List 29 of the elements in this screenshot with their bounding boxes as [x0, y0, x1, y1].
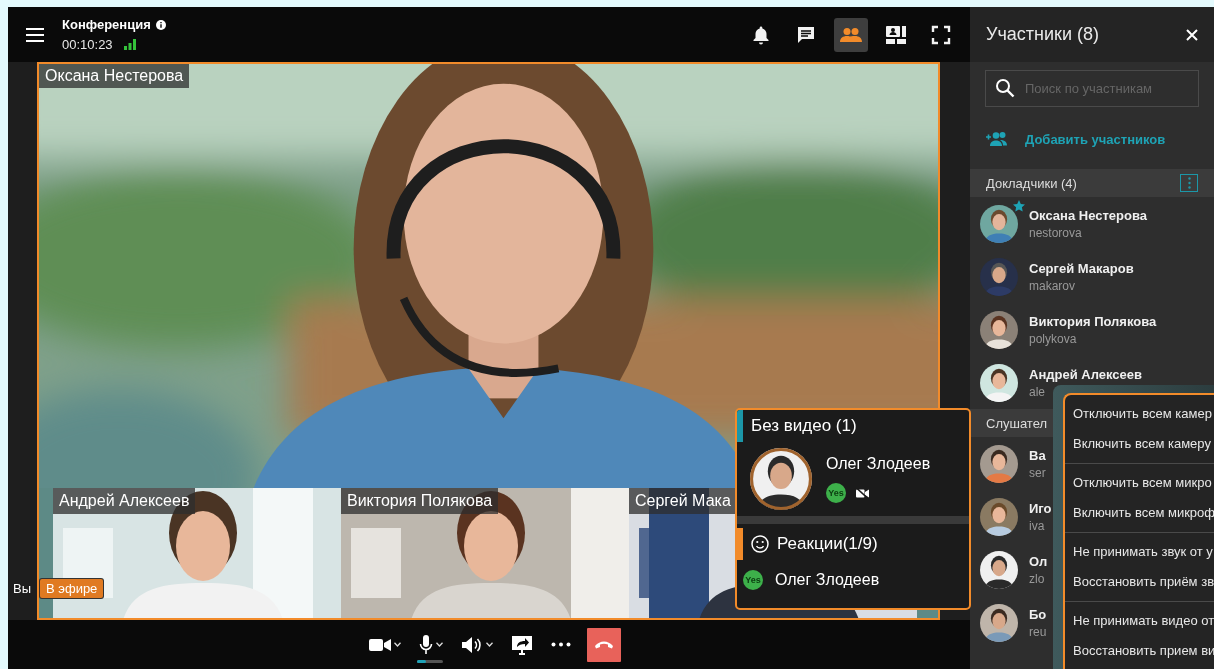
- participant-name: Оксана Нестерова: [1029, 207, 1147, 223]
- reaction-badge: Yes: [826, 483, 846, 503]
- participant-name: Ол: [1029, 553, 1048, 569]
- participant-login: ser: [1029, 465, 1046, 480]
- participant-name: Виктория Полякова: [341, 488, 499, 514]
- reaction-badge: Yes: [743, 570, 763, 590]
- participant-name: Ва: [1029, 447, 1046, 463]
- participant-name: Виктория Полякова: [1029, 313, 1157, 329]
- participant-login: ale: [1029, 384, 1046, 399]
- participant-name: Олег Злодеев: [775, 571, 880, 589]
- participant-login: makarov: [1029, 278, 1076, 293]
- participant-name: Андрей Алексеев: [1029, 366, 1142, 382]
- participant-name: Сергей Мака: [629, 488, 737, 514]
- participant-name: Сергей Макаров: [1029, 260, 1134, 276]
- participant-name: Андрей Алексеев: [53, 488, 196, 514]
- live-badge: В эфире: [40, 579, 104, 598]
- participant-name: Иго: [1029, 500, 1052, 516]
- panel-title: Участники (8): [986, 24, 1099, 45]
- reactions-title: Реакции(1/9): [777, 534, 878, 554]
- participant-name: Бо: [1029, 606, 1047, 622]
- call-timer: 00:10:23: [62, 37, 113, 52]
- group-title: Докладчики (4): [986, 175, 1077, 191]
- conference-title: Конференция: [62, 17, 151, 32]
- participant-login: reu: [1029, 624, 1047, 639]
- participant-login: iva: [1029, 518, 1046, 533]
- group-title: Слушател: [986, 415, 1048, 431]
- participant-login: zlo: [1029, 571, 1046, 586]
- participant-login: nestorova: [1029, 225, 1083, 240]
- participant-login: polykova: [1029, 331, 1078, 346]
